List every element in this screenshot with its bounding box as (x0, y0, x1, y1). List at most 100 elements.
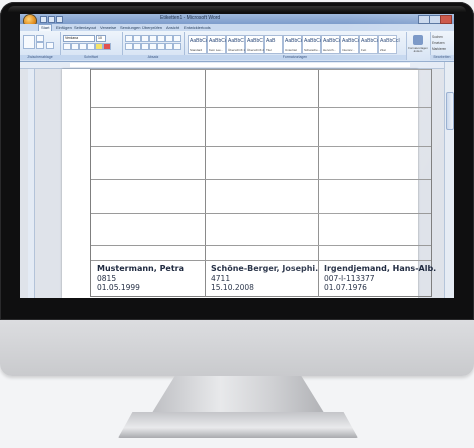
numbering-icon[interactable] (133, 35, 141, 42)
justify-icon[interactable] (149, 43, 157, 50)
label-table[interactable]: Mustermann, Petra 0815 01.05.1999 Schöne… (90, 69, 436, 297)
bezel-highlight (8, 6, 466, 12)
ruler-text-area (70, 63, 410, 67)
change-styles-button[interactable]: Formatvorlagen ändern (406, 32, 431, 60)
undo-icon[interactable] (48, 16, 55, 23)
line-spacing-icon[interactable] (157, 43, 165, 50)
window-title: Etiketten1 - Microsoft Word (160, 15, 221, 21)
table-row-divider (91, 107, 431, 108)
close-button[interactable] (440, 15, 452, 24)
group-font: Verdana 10 Schriftart (60, 32, 123, 60)
increase-indent-icon[interactable] (157, 35, 165, 42)
cut-icon[interactable] (36, 35, 44, 42)
document-page[interactable]: Mustermann, Petra 0815 01.05.1999 Schöne… (62, 69, 436, 298)
style-name: Überschrift 1 (228, 48, 246, 52)
group-label: Bearbeiten (430, 55, 454, 60)
find-button[interactable]: Suchen (432, 35, 443, 39)
style-name: Untertitel (285, 48, 298, 52)
paste-button[interactable] (23, 35, 35, 49)
multilevel-list-icon[interactable] (141, 35, 149, 42)
font-size-select[interactable]: 10 (96, 35, 106, 42)
label-date: 01.07.1976 (324, 283, 367, 292)
label-cell[interactable]: Mustermann, Petra 0815 01.05.1999 (91, 262, 203, 296)
table-row-divider (91, 146, 431, 147)
strikethrough-icon[interactable] (87, 43, 95, 50)
redo-icon[interactable] (56, 16, 63, 23)
save-icon[interactable] (40, 16, 47, 23)
align-center-icon[interactable] (133, 43, 141, 50)
style-name: Zitat (380, 48, 386, 52)
show-marks-icon[interactable] (173, 35, 181, 42)
horizontal-ruler[interactable] (20, 62, 454, 69)
table-row-divider (91, 245, 431, 246)
ribbon: Zwischenablage Verdana 10 Schriftart Abs… (20, 31, 454, 62)
style-tile[interactable]: AaBbCcI Untertitel (283, 35, 305, 54)
style-sample: AaBbCcI (380, 38, 400, 44)
font-name-value: Verdana (65, 36, 79, 40)
label-date: 01.05.1999 (97, 283, 140, 292)
font-size-value: 10 (98, 36, 102, 40)
group-styles: AaBbCcI Standard AaBbCcI Kein Lee... AaBbC… (184, 32, 407, 60)
change-styles-label: Formatvorlagen ändern (408, 46, 428, 53)
group-editing: Suchen Ersetzen Markieren Bearbeiten (430, 32, 454, 60)
table-row-divider (91, 260, 431, 261)
style-tile[interactable]: AaB Titel (264, 35, 283, 54)
label-date: 15.10.2008 (211, 283, 254, 292)
style-sample: AaB (266, 38, 276, 44)
monitor-stand-neck (150, 376, 326, 416)
group-label: Formatvorlagen (184, 55, 406, 60)
style-tile[interactable]: AaBbC Überschrift 1 (226, 35, 245, 54)
style-tile[interactable]: AaBbCcI Zitat (378, 35, 400, 54)
style-tile[interactable]: AaBbC Überschrift 2 (245, 35, 264, 54)
label-id: 0815 (97, 274, 117, 283)
style-tile[interactable]: AaBbCcI Standard (188, 35, 210, 54)
table-row-divider (91, 69, 431, 70)
vertical-ruler[interactable] (28, 69, 35, 298)
group-label: Zwischenablage (20, 55, 60, 60)
style-name: Titel (266, 48, 272, 52)
style-name: Kein Lee... (209, 48, 224, 52)
underline-icon[interactable] (79, 43, 87, 50)
table-row-divider (91, 179, 431, 180)
style-tile[interactable]: AaBbCcI Intensiv... (340, 35, 362, 54)
format-painter-icon[interactable] (46, 42, 54, 49)
scrollbar-thumb[interactable] (446, 92, 454, 130)
copy-icon[interactable] (36, 42, 44, 49)
highlight-icon[interactable] (95, 43, 103, 50)
label-cell[interactable]: Irgendjemand, Hans-Alb. 007-I-113377 01.… (318, 262, 436, 296)
select-button[interactable]: Markieren (432, 47, 446, 51)
style-name: Intensiv... (342, 48, 355, 52)
style-sample: AaBbC (228, 38, 244, 44)
style-tile[interactable]: AaBbCcI Schwache... (302, 35, 324, 54)
align-right-icon[interactable] (141, 43, 149, 50)
style-tile[interactable]: AaBbCcI Kein Lee... (207, 35, 229, 54)
table-row-divider (91, 213, 431, 214)
style-name: Überschrift 2 (247, 48, 265, 52)
replace-button[interactable]: Ersetzen (432, 41, 445, 45)
bold-icon[interactable] (63, 43, 71, 50)
monitor-chin (0, 320, 474, 376)
group-clipboard: Zwischenablage (20, 32, 61, 60)
font-name-select[interactable]: Verdana (63, 35, 95, 42)
tab-start[interactable]: Start (38, 24, 53, 31)
align-left-icon[interactable] (125, 43, 133, 50)
vertical-scrollbar[interactable] (444, 62, 454, 298)
shading-icon[interactable] (165, 43, 173, 50)
sort-icon[interactable] (165, 35, 173, 42)
style-tile[interactable]: AaBbCcI Hervorh... (321, 35, 343, 54)
style-name: Fett (361, 48, 367, 52)
group-label: Schriftart (60, 55, 122, 60)
decrease-indent-icon[interactable] (149, 35, 157, 42)
style-name: Hervorh... (323, 48, 337, 52)
style-tile[interactable]: AaBbCcI Fett (359, 35, 381, 54)
label-cell[interactable]: Schöne-Berger, Josephi. 4711 15.10.2008 (205, 262, 318, 296)
style-name: Standard (190, 48, 203, 52)
borders-icon[interactable] (173, 43, 181, 50)
label-id: 4711 (211, 274, 231, 283)
monitor-stand-base (118, 412, 358, 438)
bullets-icon[interactable] (125, 35, 133, 42)
label-name: Irgendjemand, Hans-Alb. (324, 264, 437, 273)
screen: Etiketten1 - Microsoft Word Start Einfüg… (20, 14, 454, 298)
italic-icon[interactable] (71, 43, 79, 50)
font-color-icon[interactable] (103, 43, 111, 50)
